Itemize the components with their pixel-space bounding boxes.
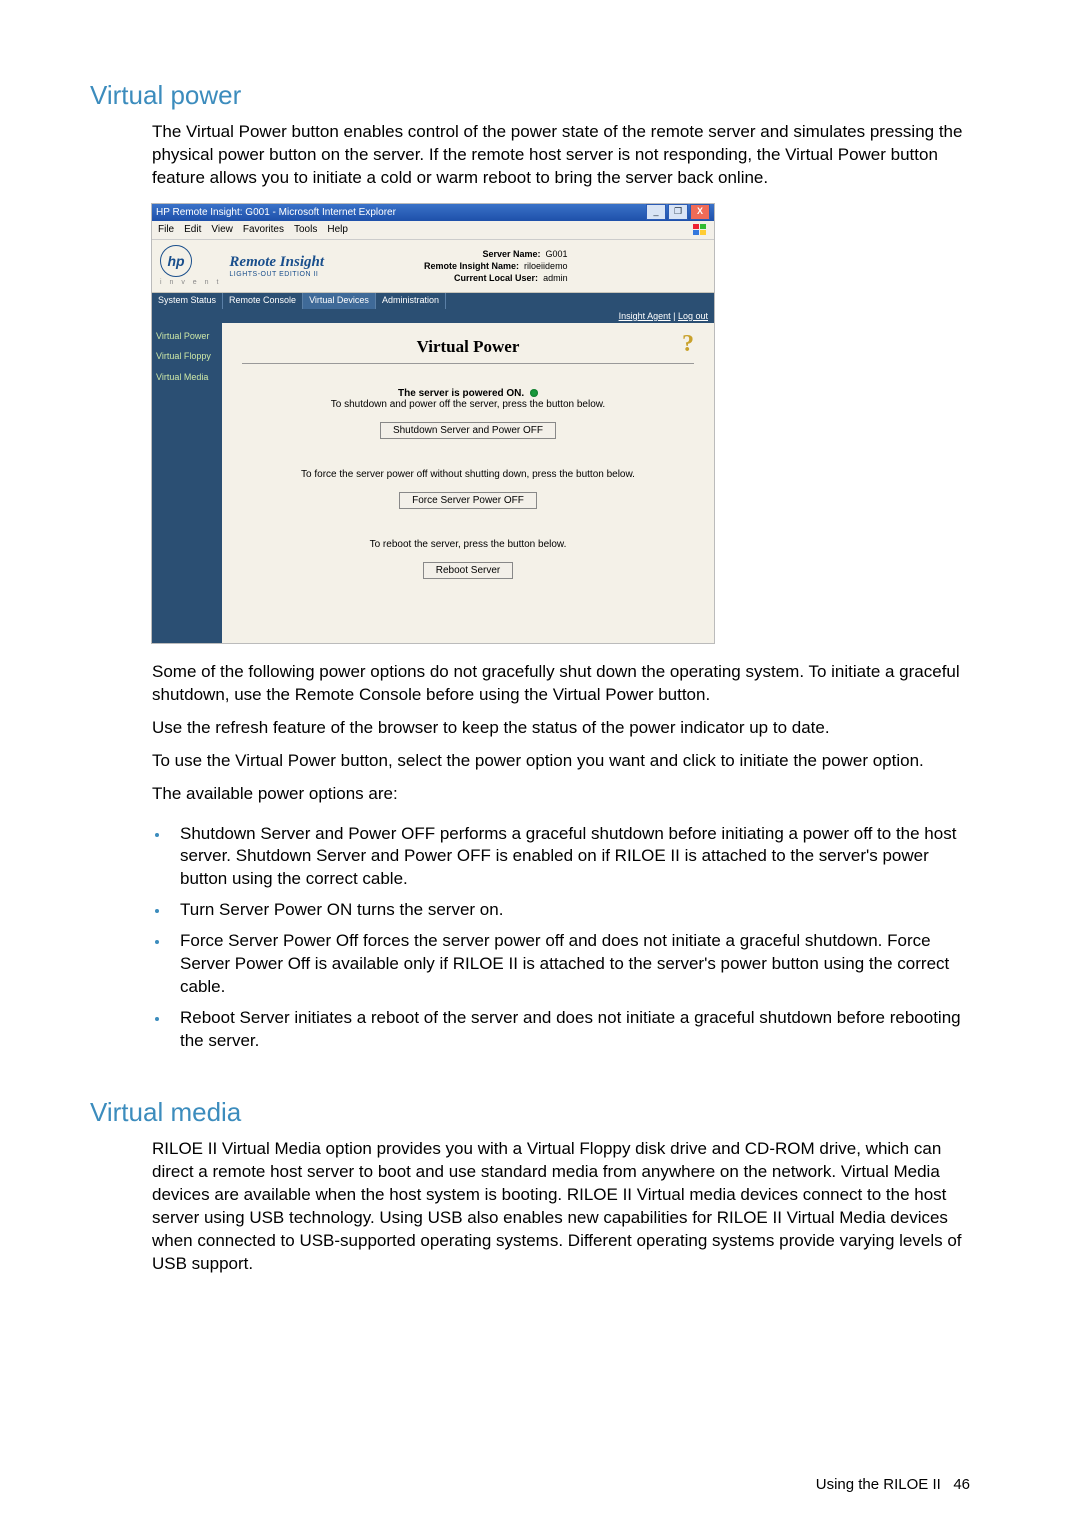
paragraph-after-2: Use the refresh feature of the browser t…	[152, 717, 970, 740]
menu-view[interactable]: View	[211, 224, 233, 235]
embedded-screenshot: HP Remote Insight: G001 - Microsoft Inte…	[152, 204, 714, 643]
menu-help[interactable]: Help	[327, 224, 348, 235]
link-logout[interactable]: Log out	[678, 311, 708, 321]
window-title: HP Remote Insight: G001 - Microsoft Inte…	[156, 207, 396, 218]
virtual-media-paragraph: RILOE II Virtual Media option provides y…	[152, 1138, 970, 1276]
heading-virtual-power: Virtual power	[90, 80, 970, 111]
current-user-row: Current Local User: admin	[424, 272, 568, 284]
page-footer: Using the RILOE II 46	[90, 1476, 970, 1493]
sidebar-item-virtual-floppy[interactable]: Virtual Floppy	[156, 351, 218, 361]
link-insight-agent[interactable]: Insight Agent	[619, 311, 671, 321]
reboot-instruction: To reboot the server, press the button b…	[242, 539, 694, 550]
product-edition: LIGHTS-OUT EDITION II	[229, 271, 324, 278]
main-tabs: System Status Remote Console Virtual Dev…	[152, 293, 714, 309]
menu-file[interactable]: File	[158, 224, 174, 235]
server-name-row: Server Name: G001	[424, 248, 568, 260]
header-links: Insight Agent | Log out	[152, 309, 714, 323]
tab-remote-console[interactable]: Remote Console	[223, 293, 303, 309]
browser-titlebar: HP Remote Insight: G001 - Microsoft Inte…	[152, 204, 714, 221]
reboot-server-button[interactable]: Reboot Server	[423, 562, 513, 579]
browser-menubar: File Edit View Favorites Tools Help	[152, 221, 714, 240]
force-off-instruction: To force the server power off without sh…	[242, 469, 694, 480]
tab-system-status[interactable]: System Status	[152, 293, 223, 309]
app-header: hp i n v e n t Remote Insight LIGHTS-OUT…	[152, 240, 714, 293]
panel-title: Virtual Power	[417, 337, 520, 357]
product-name: Remote Insight	[229, 254, 324, 271]
paragraph-after-3: To use the Virtual Power button, select …	[152, 750, 970, 773]
insight-name-row: Remote Insight Name: riloeiidemo	[424, 260, 568, 272]
menu-edit[interactable]: Edit	[184, 224, 201, 235]
shutdown-power-off-button[interactable]: Shutdown Server and Power OFF	[380, 422, 556, 439]
sidebar: Virtual Power Virtual Floppy Virtual Med…	[152, 323, 222, 643]
list-item: Force Server Power Off forces the server…	[170, 930, 970, 999]
close-icon[interactable]: X	[690, 204, 710, 220]
power-status-text: The server is powered ON.	[398, 388, 524, 399]
list-item: Reboot Server initiates a reboot of the …	[170, 1007, 970, 1053]
heading-virtual-media: Virtual media	[90, 1097, 970, 1128]
paragraph-after-1: Some of the following power options do n…	[152, 661, 970, 707]
maximize-icon[interactable]: ❐	[668, 204, 688, 220]
power-options-list: Shutdown Server and Power OFF performs a…	[152, 823, 970, 1053]
sidebar-item-virtual-media[interactable]: Virtual Media	[156, 372, 218, 382]
hp-invent-label: i n v e n t	[160, 279, 221, 286]
hp-logo-icon: hp	[160, 245, 192, 277]
main-panel: Virtual Power ? The server is powered ON…	[222, 323, 714, 643]
sidebar-item-virtual-power[interactable]: Virtual Power	[156, 331, 218, 341]
list-item: Turn Server Power ON turns the server on…	[170, 899, 970, 922]
shutdown-instruction: To shutdown and power off the server, pr…	[331, 399, 605, 410]
tab-virtual-devices[interactable]: Virtual Devices	[303, 293, 376, 309]
force-power-off-button[interactable]: Force Server Power OFF	[399, 492, 537, 509]
paragraph-after-4: The available power options are:	[152, 783, 970, 806]
help-icon[interactable]: ?	[682, 331, 694, 358]
menu-favorites[interactable]: Favorites	[243, 224, 284, 235]
power-led-icon	[530, 389, 538, 397]
menu-tools[interactable]: Tools	[294, 224, 317, 235]
intro-paragraph: The Virtual Power button enables control…	[152, 121, 970, 190]
windows-flag-icon[interactable]	[692, 223, 708, 236]
tab-administration[interactable]: Administration	[376, 293, 446, 309]
minimize-icon[interactable]: _	[646, 204, 666, 220]
list-item: Shutdown Server and Power OFF performs a…	[170, 823, 970, 892]
